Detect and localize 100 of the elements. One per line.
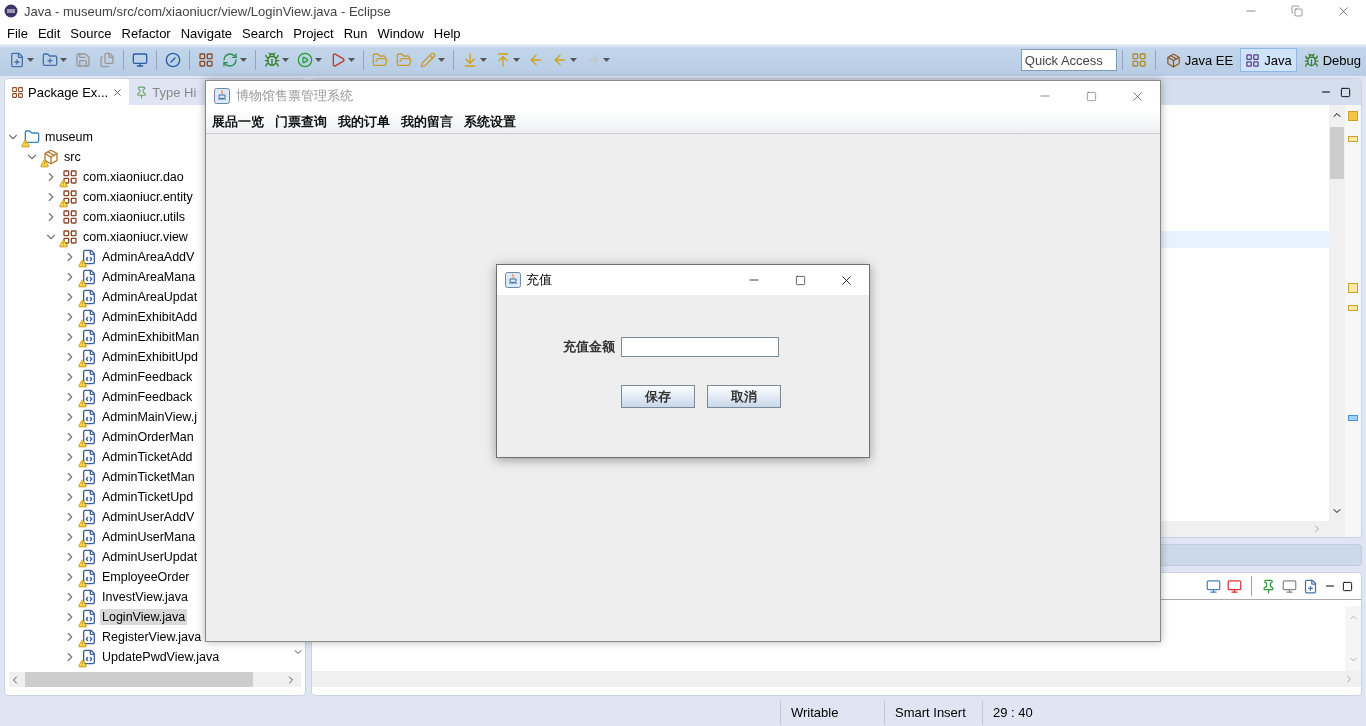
caret-icon	[513, 58, 520, 62]
caret-icon	[60, 58, 67, 62]
open-task-icon	[396, 52, 412, 68]
new-package-icon	[198, 52, 214, 68]
tree-item[interactable]: src	[62, 149, 83, 165]
perspective-button[interactable]: Java	[1240, 48, 1297, 72]
menu-item[interactable]: Window	[372, 23, 429, 43]
menu-item[interactable]: File	[2, 23, 33, 43]
tree-item[interactable]: museum	[43, 129, 95, 145]
java-cup-icon	[505, 272, 521, 288]
tree-item[interactable]: AdminAreaAddV	[100, 249, 197, 265]
status-item: 29 : 40	[982, 701, 1072, 725]
caret-icon	[282, 58, 289, 62]
display-console-icon[interactable]	[1282, 578, 1297, 594]
grid-icon	[1130, 52, 1147, 68]
tree-item[interactable]: AdminOrderMan	[100, 429, 196, 445]
warning-marker[interactable]	[1348, 136, 1358, 142]
last-edit-icon	[528, 52, 544, 68]
menu-item[interactable]: Refactor	[116, 23, 176, 43]
console-icon[interactable]	[1206, 578, 1221, 594]
tree-item[interactable]: AdminUserMana	[100, 529, 198, 545]
tree-item[interactable]: AdminExhibitUpd	[100, 349, 200, 365]
tree-item[interactable]: com.xiaoniucr.entity	[81, 189, 195, 205]
menu-item[interactable]: Help	[428, 23, 466, 43]
java-ee-icon	[1165, 52, 1181, 68]
caret-icon	[240, 58, 247, 62]
tree-item[interactable]: AdminFeedback	[100, 369, 195, 385]
caret-icon	[438, 58, 445, 62]
tree-item[interactable]: AdminUserUpdat	[100, 549, 200, 565]
tree-item[interactable]: AdminAreaMana	[100, 269, 198, 285]
warning-marker[interactable]	[1348, 283, 1358, 293]
pencil-icon	[420, 52, 436, 68]
perspective-button[interactable]: Debug	[1298, 48, 1366, 72]
window-title: 博物馆售票管理系统	[236, 87, 353, 105]
cancel-button[interactable]: 取消	[707, 385, 781, 408]
new-file-icon	[9, 52, 25, 68]
tree-item[interactable]: AdminExhibitAdd	[100, 309, 200, 325]
tree-item[interactable]: UpdatePwdView.java	[100, 649, 222, 665]
tree-item[interactable]: AdminTicketUpd	[100, 489, 196, 505]
tree-item[interactable]: AdminUserAddV	[100, 509, 197, 525]
tree-item[interactable]: com.xiaoniucr.dao	[81, 169, 186, 185]
maximize-icon	[794, 274, 806, 286]
refresh-icon	[222, 52, 238, 68]
perspective-button[interactable]: Java EE	[1160, 48, 1239, 72]
java-cup-icon	[214, 88, 230, 104]
tree-item[interactable]: EmployeeOrder	[100, 569, 192, 585]
field-label: 充值金额	[563, 338, 615, 356]
menu-item[interactable]: Search	[237, 23, 289, 43]
view-tab[interactable]: Package Ex...	[5, 79, 130, 105]
menu-item[interactable]: Run	[338, 23, 373, 43]
next-annotation-icon	[462, 52, 478, 68]
tree-item[interactable]: AdminMainView.j	[100, 409, 199, 425]
menu-item[interactable]: Navigate	[175, 23, 237, 43]
amount-field[interactable]	[621, 337, 779, 357]
tree-item[interactable]: LoginView.java	[100, 609, 188, 625]
save-icon	[75, 52, 91, 68]
tree-item[interactable]: AdminTicketMan	[100, 469, 197, 485]
menu-item[interactable]: 展品一览	[208, 112, 271, 132]
tree-item[interactable]: AdminFeedback	[100, 389, 195, 405]
status-item: Writable	[780, 701, 884, 725]
close-icon[interactable]	[112, 86, 124, 98]
scrollbar-thumb[interactable]	[25, 672, 253, 687]
task-marker[interactable]	[1348, 415, 1358, 421]
debug-icon	[1303, 52, 1319, 68]
tree-item[interactable]: AdminExhibitMan	[100, 329, 202, 345]
maximize-view-icon[interactable]	[1342, 580, 1353, 592]
caret-icon	[603, 58, 610, 62]
warning-marker[interactable]	[1348, 111, 1358, 121]
caret-icon	[315, 58, 322, 62]
warning-marker[interactable]	[1348, 305, 1358, 311]
skip-breakpoints-icon	[165, 52, 181, 68]
maximize-view-icon[interactable]	[1340, 86, 1351, 98]
package-explorer-icon	[11, 85, 24, 99]
quick-access-field[interactable]: Quick Access	[1020, 49, 1117, 71]
caret-icon	[570, 58, 577, 62]
menu-item[interactable]: 系统设置	[460, 112, 523, 132]
tree-item[interactable]: com.xiaoniucr.view	[81, 229, 190, 245]
scrollbar-thumb[interactable]	[1330, 127, 1344, 179]
menu-item[interactable]: 我的订单	[334, 112, 397, 132]
menu-item[interactable]: 门票查询	[271, 112, 334, 132]
menu-item[interactable]: Project	[288, 23, 339, 43]
tree-item[interactable]: AdminAreaUpdat	[100, 289, 200, 305]
menu-item[interactable]: Source	[65, 23, 117, 43]
tree-item[interactable]: com.xiaoniucr.utils	[81, 209, 188, 225]
tree-item[interactable]: RegisterView.java	[100, 629, 204, 645]
caret-icon	[480, 58, 487, 62]
previous-annotation-icon	[495, 52, 511, 68]
status-item: Smart Insert	[884, 701, 982, 725]
run-icon	[297, 52, 313, 68]
save-button[interactable]: 保存	[621, 385, 695, 408]
debug-icon	[264, 52, 280, 68]
tree-item[interactable]: InvestView.java	[100, 589, 190, 605]
new-console-icon[interactable]	[1303, 578, 1318, 594]
java-perspective-icon	[1245, 52, 1261, 68]
pin-icon[interactable]	[1261, 578, 1276, 594]
tree-item[interactable]: AdminTicketAdd	[100, 449, 195, 465]
menu-item[interactable]: 我的留言	[397, 112, 460, 132]
restore-icon	[1291, 5, 1303, 17]
menu-item[interactable]: Edit	[32, 23, 66, 43]
remove-console-icon[interactable]	[1227, 578, 1242, 594]
